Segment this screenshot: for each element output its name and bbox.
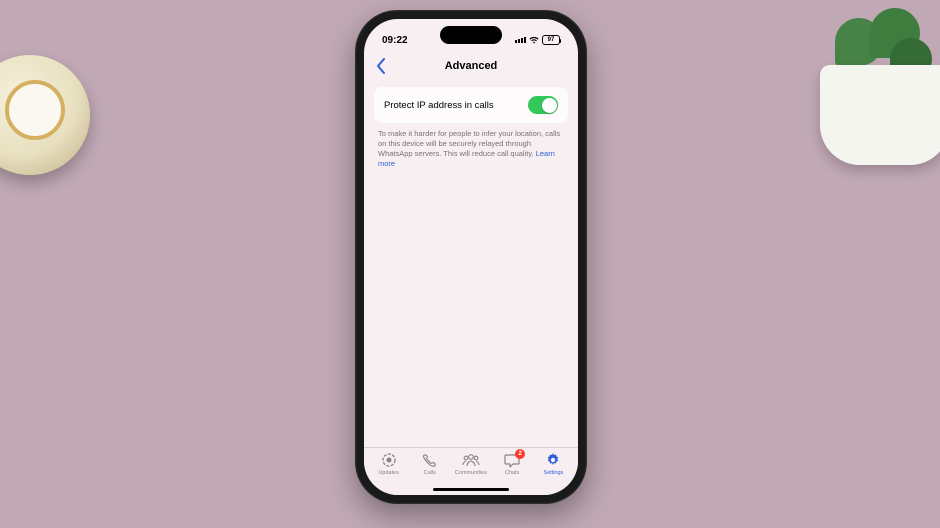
tab-communities[interactable]: Communities xyxy=(452,451,490,476)
updates-icon xyxy=(380,451,398,469)
chats-icon: 2 xyxy=(503,451,521,469)
tab-settings[interactable]: Settings xyxy=(534,451,572,476)
clock-face xyxy=(5,80,65,140)
protect-ip-setting-row: Protect IP address in calls xyxy=(374,87,568,123)
toggle-thumb xyxy=(542,98,557,113)
protect-ip-toggle[interactable] xyxy=(528,96,558,114)
setting-description: To make it harder for people to infer yo… xyxy=(374,123,568,170)
dynamic-island xyxy=(440,26,502,44)
chats-badge: 2 xyxy=(515,449,525,459)
tab-calls-label: Calls xyxy=(424,470,436,476)
tab-updates[interactable]: Updates xyxy=(370,451,408,476)
plant-prop xyxy=(800,0,940,165)
content-area: Protect IP address in calls To make it h… xyxy=(364,81,578,447)
cellular-signal-icon xyxy=(515,37,526,43)
description-text: To make it harder for people to infer yo… xyxy=(378,129,560,158)
phone-device: 09:22 97 Advanced Protect IP address in … xyxy=(355,10,587,504)
status-indicators: 97 xyxy=(515,35,560,45)
desk-clock-prop xyxy=(0,55,90,175)
battery-indicator: 97 xyxy=(542,35,560,45)
page-title: Advanced xyxy=(445,60,498,72)
tab-communities-label: Communities xyxy=(455,470,487,476)
tab-settings-label: Settings xyxy=(543,470,563,476)
phone-screen: 09:22 97 Advanced Protect IP address in … xyxy=(364,19,578,495)
battery-level: 97 xyxy=(548,37,555,43)
tab-updates-label: Updates xyxy=(378,470,399,476)
chevron-left-icon xyxy=(376,58,386,74)
nav-header: Advanced xyxy=(364,51,578,81)
tab-calls[interactable]: Calls xyxy=(411,451,449,476)
calls-icon xyxy=(421,451,439,469)
status-time: 09:22 xyxy=(382,35,408,46)
protect-ip-label: Protect IP address in calls xyxy=(384,100,494,111)
home-indicator[interactable] xyxy=(433,488,509,491)
back-button[interactable] xyxy=(376,58,386,74)
tab-chats[interactable]: 2 Chats xyxy=(493,451,531,476)
wifi-icon xyxy=(529,36,539,44)
communities-icon xyxy=(462,451,480,469)
tab-chats-label: Chats xyxy=(505,470,519,476)
settings-icon xyxy=(544,451,562,469)
